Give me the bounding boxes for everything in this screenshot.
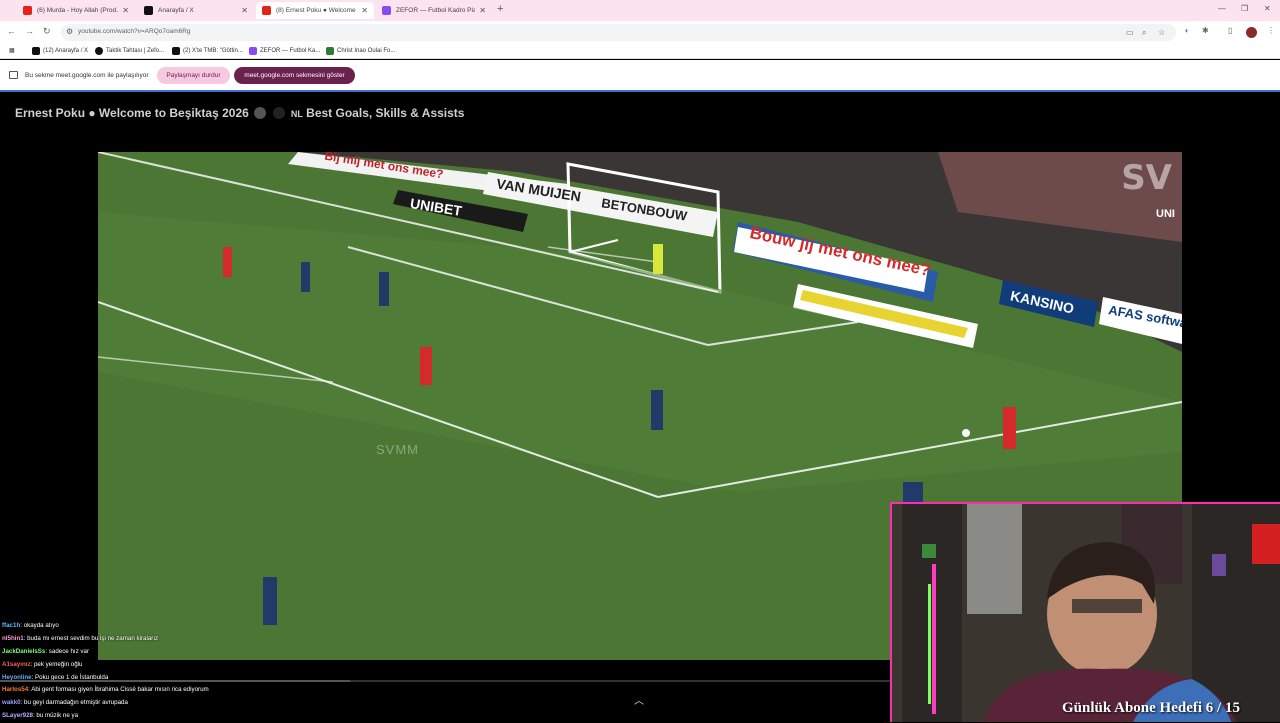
bookmark-item[interactable]: (2) X'te TMB: "Göttin... bbox=[172, 47, 243, 55]
zoom-icon[interactable]: ⌕ bbox=[1142, 28, 1146, 38]
chat-text: : Abi gent forması giyen İbrahima Cissé … bbox=[28, 686, 209, 694]
bookmark-label: ZEFOR — Futbol Ka... bbox=[260, 48, 321, 54]
chat-message: nl5hin1: buda mı ernest sevdim bu işi ne… bbox=[2, 633, 302, 646]
forward-icon[interactable]: → bbox=[25, 26, 34, 36]
tab-title: Anarayfa / X bbox=[158, 7, 194, 14]
flag-icon bbox=[273, 107, 286, 119]
tab-x[interactable]: Anarayfa / X ✕ bbox=[138, 2, 254, 19]
tab-youtube-music[interactable]: (6) Murda - Hoy Allah (Prod. M... ✕ bbox=[17, 2, 135, 19]
page-icon bbox=[326, 47, 334, 55]
profile-avatar[interactable] bbox=[1246, 27, 1257, 38]
bookmark-item[interactable]: ZEFOR — Futbol Ka... bbox=[249, 47, 320, 55]
chat-username: JackDanielsSs bbox=[2, 647, 46, 655]
channel-watermark: SVMM bbox=[376, 442, 419, 457]
bookmark-star-icon[interactable]: ☆ bbox=[1158, 28, 1165, 37]
tab-title: (6) Murda - Hoy Allah (Prod. M... bbox=[37, 7, 118, 14]
apps-icon[interactable]: ▦ bbox=[9, 47, 15, 54]
chat-text: : pek yemeğin oğlu bbox=[30, 660, 83, 668]
show-meet-tab-button[interactable]: meet.google.com sekmesini göster bbox=[234, 67, 355, 84]
chat-text: : sadece hız var bbox=[45, 647, 90, 655]
ad-board: UNI bbox=[1156, 208, 1175, 220]
chat-message: ffac1h: okayda atıyo bbox=[2, 620, 302, 633]
video-title-prefix: Ernest Poku ● Welcome to Beşiktaş 2026 bbox=[15, 106, 249, 120]
bookmark-label: (2) X'te TMB: "Göttin... bbox=[183, 48, 243, 54]
channel-watermark: SV bbox=[1121, 158, 1172, 198]
minimize-button[interactable]: — bbox=[1218, 4, 1226, 13]
subscriber-goal-label: Günlük Abone Hedefi 6 / 15 bbox=[1062, 700, 1240, 716]
chat-username: Harlos54 bbox=[2, 686, 29, 694]
extensions-puzzle-icon[interactable]: ✱ bbox=[1202, 26, 1209, 35]
tab-strip: (6) Murda - Hoy Allah (Prod. M... ✕ Anar… bbox=[0, 0, 1280, 21]
x-logo-icon bbox=[32, 47, 40, 55]
chat-message: wakk0: bu geyi darmadağın etmiştir avrup… bbox=[2, 697, 302, 710]
tab-title: (8) Ernest Poku ● Welcome ... bbox=[276, 7, 358, 14]
cast-icon[interactable]: ▭ bbox=[1126, 28, 1134, 37]
chat-username: ffac1h bbox=[2, 622, 21, 629]
badge-icon bbox=[254, 107, 267, 119]
chat-message: SLayer928: bu müzik ne ya bbox=[2, 710, 302, 723]
bookmark-label: Christ Inao Oulai Fo... bbox=[337, 48, 396, 54]
bookmark-item[interactable]: Taktik Tahtası | Zefo... bbox=[95, 47, 164, 55]
taktik-icon bbox=[95, 47, 103, 55]
close-window-button[interactable]: ✕ bbox=[1264, 4, 1271, 13]
tab-youtube-active[interactable]: (8) Ernest Poku ● Welcome ... ✕ bbox=[256, 2, 374, 19]
extension-icon[interactable]: ◖ bbox=[1184, 26, 1189, 35]
chat-message: JackDanielsSs: sadece hız var bbox=[2, 646, 302, 659]
bookmark-item[interactable]: (12) Anarayfa / X bbox=[32, 47, 88, 55]
chat-text: : okayda atıyo bbox=[20, 622, 59, 629]
close-icon[interactable]: ✕ bbox=[479, 6, 486, 15]
chat-text: : bu müzik ne ya bbox=[32, 712, 79, 720]
bookmarks-bar: ▦ (12) Anarayfa / X Taktik Tahtası | Zef… bbox=[0, 44, 1280, 59]
stop-sharing-button[interactable]: Paylaşmayı durdur bbox=[157, 67, 230, 84]
menu-icon[interactable]: ⋮ bbox=[1267, 26, 1275, 35]
bookmark-label: Taktik Tahtası | Zefo... bbox=[106, 48, 165, 54]
back-icon[interactable]: ← bbox=[7, 26, 16, 36]
reload-icon[interactable]: ↻ bbox=[43, 26, 51, 37]
zefor-icon bbox=[382, 6, 391, 15]
chat-message: Harlos54: Abi gent forması giyen İbrahim… bbox=[2, 684, 302, 697]
video-title-suffix: Best Goals, Skills & Assists bbox=[306, 106, 465, 120]
new-tab-button[interactable]: + bbox=[497, 3, 503, 15]
chat-text: : buda mı ernest sevdim bu işi ne zaman … bbox=[23, 634, 159, 642]
chat-message: Heyonline: Poku gece 1 de İstanbulda bbox=[2, 672, 302, 685]
video-player[interactable]: Ernest Poku ● Welcome to Beşiktaş 2026 N… bbox=[0, 90, 1280, 723]
progress-fill bbox=[0, 680, 350, 682]
x-logo-icon bbox=[144, 6, 153, 15]
screen-share-icon bbox=[9, 71, 18, 79]
close-icon[interactable]: ✕ bbox=[361, 6, 368, 15]
chat-username: wakk0 bbox=[2, 699, 21, 707]
youtube-icon bbox=[262, 6, 271, 15]
x-logo-icon bbox=[172, 47, 180, 55]
browser-toolbar: ← → ↻ ⚙ youtube.com/watch?v=ARQo7oam6Rg … bbox=[0, 21, 1280, 44]
webcam-overlay: Günlük Abone Hedefi 6 / 15 bbox=[890, 502, 1280, 722]
tab-sharing-bar: Bu sekme meet.google.com ile paylaşılıyo… bbox=[0, 60, 1280, 90]
tab-zefor[interactable]: ZEFOR — Futbol Kadro Planlam... ✕ bbox=[376, 2, 492, 19]
close-icon[interactable]: ✕ bbox=[122, 6, 129, 15]
video-progress-bar[interactable] bbox=[0, 680, 890, 682]
chat-text: : bu geyi darmadağın etmiştir avrupada bbox=[20, 699, 128, 707]
bookmark-label: (12) Anarayfa / X bbox=[43, 48, 89, 54]
sidebar-icon[interactable]: ▯ bbox=[1228, 26, 1232, 35]
close-icon[interactable]: ✕ bbox=[241, 6, 248, 15]
chat-username: A1sayınız bbox=[2, 660, 31, 668]
chat-username: SLayer928 bbox=[2, 712, 33, 720]
youtube-icon bbox=[23, 6, 32, 15]
video-title: Ernest Poku ● Welcome to Beşiktaş 2026 N… bbox=[15, 106, 464, 120]
chat-overlay: ffac1h: okayda atıyo nl5hin1: buda mı er… bbox=[2, 620, 302, 723]
chat-username: nl5hin1 bbox=[2, 634, 24, 642]
chevron-up-icon[interactable]: ︿ bbox=[634, 692, 644, 707]
bookmark-item[interactable]: Christ Inao Oulai Fo... bbox=[326, 47, 395, 55]
zefor-icon bbox=[249, 47, 257, 55]
address-bar[interactable]: ⚙ youtube.com/watch?v=ARQo7oam6Rg ▭ ⌕ ☆ bbox=[61, 24, 1176, 41]
chat-message: A1sayınız: pek yemeğin oğlu bbox=[2, 659, 302, 672]
sharing-status-text: Bu sekme meet.google.com ile paylaşılıyo… bbox=[25, 72, 149, 79]
country-code: NL bbox=[290, 109, 303, 119]
site-info-icon[interactable]: ⚙ bbox=[66, 27, 73, 36]
webcam-scene bbox=[892, 504, 1280, 722]
tab-title: ZEFOR — Futbol Kadro Planlam... bbox=[396, 7, 476, 14]
restore-button[interactable]: ❐ bbox=[1241, 4, 1248, 13]
url-text[interactable]: youtube.com/watch?v=ARQo7oam6Rg bbox=[78, 28, 191, 35]
